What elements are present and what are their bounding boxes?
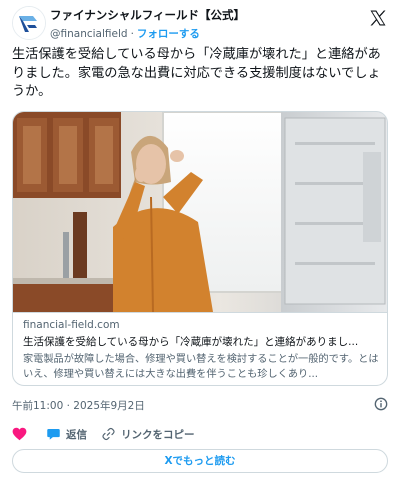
info-icon[interactable] <box>374 397 388 411</box>
tweet-header: ファイナンシャルフィールド【公式】 @financialfield · フォローする <box>12 6 388 42</box>
account-name[interactable]: ファイナンシャルフィールド【公式】 <box>50 7 245 23</box>
follow-button[interactable]: フォローする <box>137 28 200 40</box>
card-meta: financial-field.com 生活保護を受給している母から「冷蔵庫が壊… <box>13 312 387 385</box>
account-subline: @financialfield · フォローする <box>50 26 245 41</box>
tweet-text: 生活保護を受給している母から「冷蔵庫が壊れた」と連絡がありました。家電の急な出費… <box>12 47 381 99</box>
reply-icon <box>47 429 60 440</box>
reply-label: 返信 <box>66 428 87 441</box>
avatar[interactable] <box>12 6 46 40</box>
copy-link-label: リンクをコピー <box>121 428 195 441</box>
separator-dot: · <box>130 28 134 40</box>
heart-icon <box>12 427 27 441</box>
card-image <box>13 112 387 312</box>
copy-link-button[interactable]: リンクをコピー <box>101 427 195 442</box>
reply-button[interactable]: 返信 <box>46 427 87 442</box>
card-domain: financial-field.com <box>23 319 120 331</box>
x-logo-icon[interactable] <box>368 8 388 28</box>
timestamp[interactable]: 午前11:00 · 2025年9月2日 <box>12 398 145 413</box>
card-description: 家電製品が故障した場合、修理や買い替えを検討することが一般的です。とはいえ、修理… <box>23 354 379 380</box>
read-more-button[interactable]: Xでもっと読む <box>12 449 388 473</box>
link-icon <box>102 427 115 441</box>
link-card[interactable]: financial-field.com 生活保護を受給している母から「冷蔵庫が壊… <box>12 111 388 386</box>
brand-logo-icon <box>13 7 45 39</box>
card-title[interactable]: 生活保護を受給している母から「冷蔵庫が壊れた」と連絡がありまし... <box>23 334 379 349</box>
action-bar: 返信 リンクをコピー <box>12 425 209 443</box>
account-info: ファイナンシャルフィールド【公式】 @financialfield · フォローする <box>50 7 245 41</box>
account-handle[interactable]: @financialfield <box>50 28 128 40</box>
like-button[interactable] <box>12 427 32 441</box>
